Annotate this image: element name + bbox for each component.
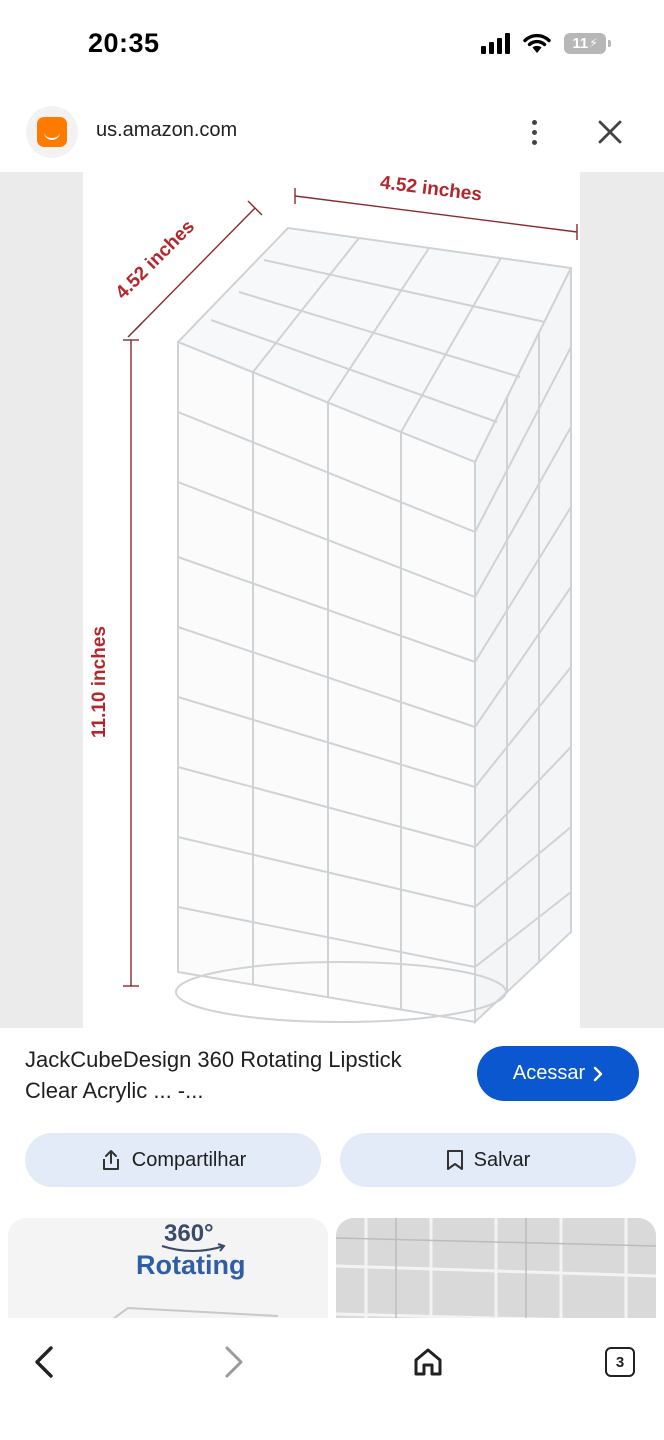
- wifi-icon: [523, 33, 551, 53]
- close-button[interactable]: [590, 112, 630, 152]
- tabs-icon: 3: [605, 1347, 635, 1377]
- site-domain[interactable]: us.amazon.com: [96, 119, 237, 142]
- battery-charging-icon: 11 ⚡: [564, 32, 611, 54]
- status-time: 20:35: [88, 28, 160, 58]
- status-icons: 11 ⚡: [481, 32, 611, 54]
- bookmark-icon: [446, 1150, 463, 1170]
- battery-level: 11: [572, 34, 589, 52]
- product-image[interactable]: 4.52 inches 4.52 inches 11.10 inches: [83, 172, 580, 1028]
- share-button[interactable]: Compartilhar: [25, 1133, 321, 1187]
- dimension-height: 11.10 inches: [89, 626, 110, 738]
- page-header: us.amazon.com: [0, 100, 664, 166]
- dimension-depth: 4.52 inches: [112, 216, 199, 303]
- save-label: Salvar: [473, 1148, 531, 1171]
- tab-count: 3: [615, 1353, 625, 1371]
- save-button[interactable]: Salvar: [340, 1133, 636, 1187]
- home-icon: [414, 1348, 442, 1376]
- close-icon: [598, 120, 622, 144]
- chevron-right-icon: [593, 1066, 603, 1081]
- status-bar: 20:35 11 ⚡: [0, 0, 664, 92]
- share-icon: [102, 1150, 119, 1170]
- dimension-width: 4.52 inches: [379, 172, 483, 205]
- product-title[interactable]: JackCubeDesign 360 Rotating Lipstick Cle…: [25, 1044, 425, 1106]
- acrylic-organizer-illustration: 4.52 inches 4.52 inches 11.10 inches: [89, 172, 578, 1025]
- more-vert-icon: [531, 119, 537, 125]
- related-image-1[interactable]: 360° Rotating: [8, 1218, 328, 1328]
- thumb-rotating-label: Rotating: [136, 1250, 246, 1280]
- product-image-area[interactable]: 4.52 inches 4.52 inches 11.10 inches: [0, 172, 664, 1028]
- back-button[interactable]: [14, 1332, 74, 1392]
- tabs-button[interactable]: 3: [590, 1332, 650, 1392]
- share-label: Compartilhar: [131, 1148, 247, 1171]
- back-arrow-icon: [35, 1346, 53, 1378]
- forward-arrow-icon: [225, 1346, 243, 1378]
- visit-label: Acessar: [512, 1062, 586, 1084]
- visit-button[interactable]: Acessar: [477, 1046, 639, 1101]
- related-image-2[interactable]: [336, 1218, 656, 1328]
- thumb-acrylic-grid: [336, 1218, 656, 1328]
- home-button[interactable]: [398, 1332, 458, 1392]
- cellular-signal-icon: [481, 32, 510, 54]
- amazon-logo-icon[interactable]: [26, 106, 78, 158]
- more-options-button[interactable]: [518, 110, 550, 154]
- forward-button[interactable]: [204, 1332, 264, 1392]
- bottom-navigation: 3: [0, 1318, 664, 1440]
